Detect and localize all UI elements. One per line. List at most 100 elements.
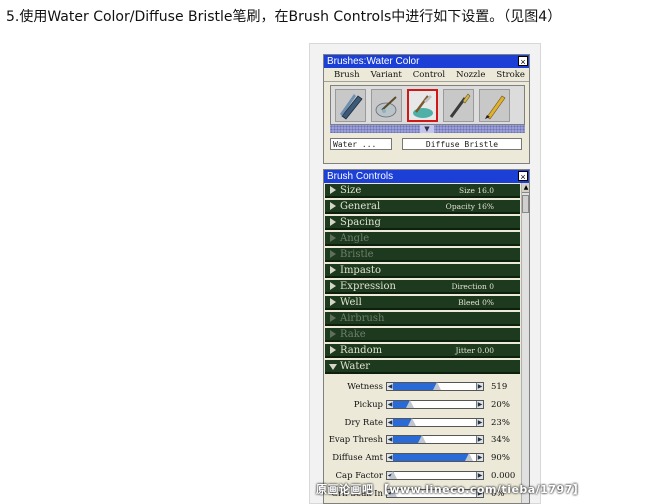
section-label: Bristle [340,249,374,260]
chevron-down-icon[interactable]: ▼ [420,125,434,133]
slider-value: 90% [491,453,510,464]
oil-brush-icon[interactable] [443,89,474,122]
slider-pickup: Pickup ◀ ▶ 20% [324,398,520,412]
section-label: Airbrush [340,313,385,324]
site-watermark: 原画论画吧 【www.lineco.com/tieba/1797】 [316,483,585,496]
section-airbrush: Airbrush [325,312,520,326]
palette-knife-icon[interactable] [371,89,402,122]
section-general[interactable]: General Opacity 16% [325,200,520,214]
section-label: Rake [340,329,366,340]
menu-nozzle[interactable]: Nozzle [456,70,485,80]
slider-increment-icon[interactable]: ▶ [476,454,483,462]
slider-fill [393,454,469,462]
slider-evap-thresh: Evap Thresh ◀ ▶ 34% [324,433,520,447]
section-label: Well [340,297,362,308]
scroll-up-icon[interactable]: ▲ [522,183,529,193]
section-size[interactable]: Size Size 16.0 [325,184,520,198]
brushes-title: Brushes:Water Color [327,56,420,67]
slider-value: 34% [491,435,510,446]
section-label: General [340,201,381,212]
brushes-menubar: Brush Variant Control Nozzle Stroke [324,68,529,82]
triangle-right-icon [330,202,336,210]
brush-controls-palette: Brush Controls × Size Size 16.0 General Opa… [323,169,530,504]
scroll-thumb[interactable] [522,195,529,213]
brushes-titlebar[interactable]: Brushes:Water Color × [324,55,529,68]
pencil-brush-icon[interactable] [335,89,366,122]
section-value: Direction 0 [451,282,494,291]
brushes-palette: Brushes:Water Color × Brush Variant Cont… [323,54,530,164]
slider-increment-icon[interactable]: ▶ [476,400,483,408]
slider-label: Cap Factor [335,471,383,481]
slider-label: Pickup [353,399,383,410]
step-caption: 5.使用Water Color/Diffuse Bristle笔刷，在Brush… [6,9,562,25]
slider-track[interactable]: ◀ ▶ [386,471,484,480]
slider-label: Dry Rate [344,417,384,428]
slider-knob[interactable] [408,417,416,426]
section-label: Size [340,185,362,196]
triangle-right-icon [330,250,336,258]
section-label: Impasto [340,265,381,276]
triangle-down-icon [329,364,337,370]
brush-category-row [330,85,525,125]
section-spacing[interactable]: Spacing [325,216,520,230]
section-impasto[interactable]: Impasto [325,264,520,278]
section-label: Random [340,345,383,356]
section-well[interactable]: Well Bleed 0% [325,296,520,310]
slider-knob[interactable] [433,382,441,390]
slider-track[interactable]: ◀ ▶ [386,435,484,445]
brush-controls-titlebar[interactable]: Brush Controls × [324,170,529,183]
slider-knob[interactable] [465,453,473,462]
slider-increment-icon[interactable]: ▶ [476,472,483,479]
brush-variant-field[interactable]: Diffuse Bristle [402,138,522,150]
brush-library-strip[interactable]: ▼ [330,125,525,133]
triangle-right-icon [330,346,336,354]
slider-fill [393,383,437,390]
brush-controls-scrollbar[interactable]: ▲ [521,183,529,503]
brush-controls-title: Brush Controls [327,171,394,182]
section-angle: Angle [325,232,520,246]
brush-controls-close-icon[interactable]: × [518,171,528,182]
slider-knob[interactable] [406,399,414,408]
slider-increment-icon[interactable]: ▶ [476,418,483,426]
section-value: Jitter 0.00 [455,346,494,355]
watercolor-brush-icon[interactable] [407,89,438,122]
menu-control[interactable]: Control [413,70,445,80]
slider-value: 20% [491,399,510,410]
slider-track[interactable]: ◀ ▶ [386,417,484,427]
slider-track[interactable]: ◀ ▶ [386,453,484,463]
triangle-right-icon [330,234,336,242]
section-label: Angle [340,233,370,244]
slider-knob[interactable] [389,471,397,479]
section-bristle: Bristle [325,248,520,262]
menu-variant[interactable]: Variant [371,70,402,80]
slider-dry-rate: Dry Rate ◀ ▶ 23% [324,416,520,430]
triangle-right-icon [330,298,336,306]
triangle-right-icon [330,314,336,322]
section-expression[interactable]: Expression Direction 0 [325,280,520,294]
slider-label: Wetness [347,382,383,392]
triangle-right-icon [330,218,336,226]
menu-brush[interactable]: Brush [334,70,360,80]
triangle-right-icon [330,266,336,274]
triangle-right-icon [330,282,336,290]
section-value: Size 16.0 [458,186,494,195]
triangle-right-icon [330,186,336,194]
brushes-close-icon[interactable]: × [518,56,528,67]
felt-pen-icon[interactable] [479,89,510,122]
slider-wetness: Wetness ◀ ▶ 519 [324,380,520,394]
slider-label: Diffuse Amt [332,453,383,464]
menu-stroke[interactable]: Stroke [496,70,525,80]
slider-increment-icon[interactable]: ▶ [476,436,483,444]
section-water[interactable]: Water [325,360,520,374]
section-label: Water [340,361,371,372]
slider-increment-icon[interactable]: ▶ [476,383,483,390]
brush-category-field[interactable]: Water ... [330,138,392,150]
slider-label: Evap Thresh [328,435,383,446]
slider-track[interactable]: ◀ ▶ [386,382,484,391]
slider-track[interactable]: ◀ ▶ [386,399,484,409]
slider-diffuse-amt: Diffuse Amt ◀ ▶ 90% [324,451,520,465]
slider-value: 0.000 [491,471,516,481]
section-rake: Rake [325,328,520,342]
slider-knob[interactable] [418,435,426,444]
section-random[interactable]: Random Jitter 0.00 [325,344,520,358]
